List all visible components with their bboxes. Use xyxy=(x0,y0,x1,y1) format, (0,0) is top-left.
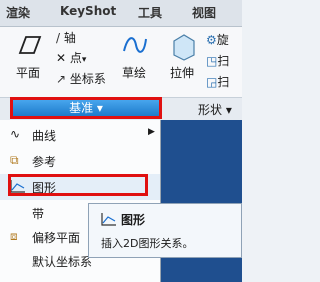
sketch-icon xyxy=(123,37,147,53)
reference-icon: ⧉ xyxy=(10,153,19,167)
tooltip: 图形 插入2D图形关系。 xyxy=(88,203,242,258)
extrude-label: 拉伸 xyxy=(169,66,194,80)
extrude-icon xyxy=(173,34,195,61)
menu-item-ribbon-label: 带 xyxy=(32,207,45,221)
ribbon-tab-bar: 渲染 KeyShot 工具 视图 xyxy=(0,0,242,27)
axis-button[interactable]: / 轴 xyxy=(56,29,112,46)
sweep-icon: ◳ xyxy=(206,54,218,68)
revolve-button[interactable]: ⚙旋 xyxy=(206,31,242,48)
point-button[interactable]: ✕ 点▾ xyxy=(56,49,112,66)
sketch-button[interactable]: 草绘 xyxy=(116,31,152,81)
menu-item-reference-label: 参考 xyxy=(32,155,57,169)
datum-highlight-box xyxy=(10,97,162,119)
offset-plane-icon: ⧈ xyxy=(10,229,18,243)
coord-sys-button[interactable]: ↗ 坐标系 xyxy=(56,70,116,87)
axis-label: 轴 xyxy=(63,31,76,45)
sketch-label: 草绘 xyxy=(121,66,146,80)
swept-blend-button[interactable]: ◲扫 xyxy=(206,73,242,90)
shape-group-label[interactable]: 形状 ▾ xyxy=(198,101,232,118)
sweep-label: 扫 xyxy=(217,54,230,68)
menu-item-offset-plane-label: 偏移平面 xyxy=(32,231,81,245)
ribbon-panel: 平面 / 轴 ✕ 点▾ ↗ 坐标系 草绘 拉伸 ⚙旋 ◳扫 ◲扫 xyxy=(0,27,242,97)
sweep-button[interactable]: ◳扫 xyxy=(206,52,242,69)
menu-item-curve[interactable]: ∿ 曲线 ▶ xyxy=(0,122,160,148)
tooltip-title: 图形 xyxy=(121,213,146,227)
tooltip-description: 插入2D图形关系。 xyxy=(101,237,194,250)
revolve-icon: ⚙ xyxy=(206,33,217,47)
tab-tools[interactable]: 工具 xyxy=(138,4,162,21)
point-icon: ✕ xyxy=(56,51,67,65)
extrude-button[interactable]: 拉伸 xyxy=(164,31,200,81)
graph-highlight-box xyxy=(8,174,148,196)
axis-icon: / xyxy=(56,31,61,45)
plane-button[interactable]: 平面 xyxy=(8,31,48,81)
tooltip-graph-icon xyxy=(101,212,117,229)
swept-blend-label: 扫 xyxy=(217,75,230,89)
tab-view[interactable]: 视图 xyxy=(192,4,216,21)
swept-blend-icon: ◲ xyxy=(206,75,218,89)
revolve-label: 旋 xyxy=(216,33,229,47)
csys-icon: ↗ xyxy=(56,72,67,86)
menu-item-default-csys-label: 默认坐标系 xyxy=(32,255,93,269)
plane-label: 平面 xyxy=(15,66,40,80)
plane-icon xyxy=(18,36,42,54)
menu-item-reference[interactable]: ⧉ 参考 xyxy=(0,148,160,174)
menu-item-curve-label: 曲线 xyxy=(32,129,57,143)
submenu-arrow-icon: ▶ xyxy=(148,127,155,137)
point-label: 点 xyxy=(69,51,82,65)
coord-sys-label: 坐标系 xyxy=(69,72,106,86)
tab-render[interactable]: 渲染 xyxy=(6,4,30,21)
tab-keyshot[interactable]: KeyShot xyxy=(60,4,116,18)
curve-icon: ∿ xyxy=(10,127,21,141)
